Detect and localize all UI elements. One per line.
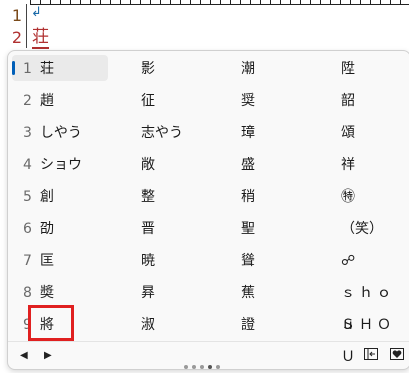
candidate-cell[interactable]: 祥 (341, 149, 409, 181)
page-indicator (184, 354, 224, 373)
page-dot[interactable] (192, 365, 196, 369)
candidate-cell[interactable]: 盛 (241, 149, 331, 181)
candidate-text: 匡 (40, 253, 54, 269)
page-dot[interactable] (200, 365, 204, 369)
candidate-cell[interactable]: 志やう (141, 117, 231, 149)
candidate-number: 4 (23, 157, 32, 173)
candidate-text: 創 (40, 189, 54, 205)
candidate-row: 3 しやう 志やう 璋 頌 (8, 117, 409, 149)
page-dot[interactable] (216, 365, 220, 369)
candidate-text: 劭 (40, 221, 54, 237)
candidate-5[interactable]: 5 創 (8, 181, 112, 213)
candidate-number: 1 (23, 61, 32, 77)
candidate-footer: ◀ ▶ (8, 341, 409, 370)
candidate-cell[interactable]: 征 (141, 85, 231, 117)
candidate-cell[interactable]: 陞 (341, 53, 409, 85)
collapse-panel-icon[interactable] (364, 348, 378, 360)
candidate-number: 2 (23, 93, 32, 109)
candidate-row: 6 劭 晋 聖 （笑） (8, 213, 409, 245)
candidate-row: 7 匡 暁 聳 ☍ (8, 245, 409, 277)
candidate-7[interactable]: 7 匡 (8, 245, 112, 277)
candidate-6[interactable]: 6 劭 (8, 213, 112, 245)
candidate-cell[interactable]: 晋 (141, 213, 231, 245)
candidate-number: 7 (23, 253, 32, 269)
gutter-divider (26, 4, 27, 48)
candidate-cell[interactable]: 淑 (141, 309, 231, 341)
candidate-number: 6 (23, 221, 32, 237)
candidate-cell[interactable]: 稍 (241, 181, 331, 213)
prev-page-icon[interactable]: ◀ (20, 350, 28, 361)
candidate-3[interactable]: 3 しやう (8, 117, 112, 149)
favorite-heart-icon[interactable] (390, 348, 404, 360)
candidate-cell[interactable]: 頌 (341, 117, 409, 149)
line-number-1: 1 (11, 6, 22, 25)
editor-area[interactable]: 1 2 ↲ 荘 (0, 0, 409, 52)
candidate-row: 5 創 整 稍 ㊕ (8, 181, 409, 213)
ruler (30, 0, 409, 5)
page-dot-active[interactable] (208, 365, 212, 369)
composition-text[interactable]: 荘 (32, 27, 49, 49)
candidate-cell[interactable]: 整 (141, 181, 231, 213)
candidate-text: 荘 (40, 61, 54, 77)
candidate-cell[interactable]: 蕉 (241, 277, 331, 309)
candidate-cell[interactable]: （笑） (341, 213, 409, 245)
candidate-cell[interactable]: 敞 (141, 149, 231, 181)
candidate-cell[interactable]: 聳 (241, 245, 331, 277)
candidate-text: しやう (40, 125, 82, 141)
candidate-1[interactable]: 1 荘 (8, 53, 112, 85)
candidate-cell[interactable]: 昪 (141, 277, 231, 309)
candidate-4[interactable]: 4 ショウ (8, 149, 112, 181)
candidate-row: 2 趙 征 奨 韶 (8, 85, 409, 117)
ime-candidate-window: 1 荘 影 潮 陞 2 趙 征 奨 韶 3 しやう 志やう 璋 頌 4 ショウ … (7, 50, 409, 370)
candidate-cell[interactable]: 暁 (141, 245, 231, 277)
candidate-text: ショウ (40, 157, 82, 173)
annotation-highlight-box (28, 305, 74, 341)
candidate-cell[interactable]: 聖 (241, 213, 331, 245)
candidate-cell[interactable]: ㊕ (341, 181, 409, 213)
candidate-2[interactable]: 2 趙 (8, 85, 112, 117)
candidate-cell[interactable]: ＳＨＯＵ (341, 309, 409, 365)
candidate-row: 1 荘 影 潮 陞 (8, 53, 409, 85)
line-number-2: 2 (11, 28, 22, 47)
candidate-number: 5 (23, 189, 32, 205)
candidate-cell[interactable]: ｓｈｏｕ (341, 277, 409, 333)
candidate-cell[interactable]: 奨 (241, 85, 331, 117)
next-page-icon[interactable]: ▶ (44, 350, 52, 361)
return-mark-icon: ↲ (31, 5, 42, 20)
page-dot[interactable] (184, 365, 188, 369)
candidate-cell[interactable]: 韶 (341, 85, 409, 117)
candidate-cell[interactable]: 影 (141, 53, 231, 85)
candidate-cell[interactable]: 證 (241, 309, 331, 341)
candidate-row: 4 ショウ 敞 盛 祥 (8, 149, 409, 181)
candidate-cell[interactable]: 璋 (241, 117, 331, 149)
candidate-number: 3 (23, 125, 32, 141)
candidate-cell[interactable]: 潮 (241, 53, 331, 85)
candidate-cell[interactable]: ☍ (341, 245, 409, 277)
candidate-text: 趙 (40, 93, 54, 109)
